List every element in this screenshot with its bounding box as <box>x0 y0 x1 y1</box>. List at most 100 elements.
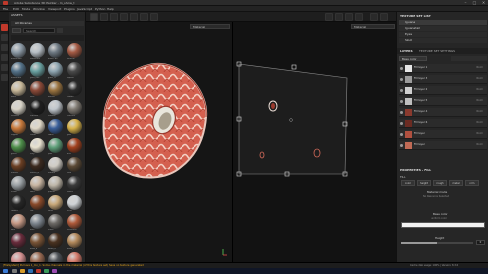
material-thumbnail[interactable]: marble <box>48 157 66 174</box>
channel-metal-button[interactable]: metal <box>449 180 463 186</box>
shelf-brush-icon[interactable] <box>1 34 8 41</box>
channel-height-button[interactable]: height <box>417 180 431 186</box>
layer-actions-toolbar[interactable] <box>451 56 487 61</box>
camera-icon[interactable] <box>325 13 333 21</box>
start-icon[interactable] <box>3 269 8 273</box>
material-thumbnail[interactable]: wood_l <box>66 233 85 250</box>
layer-row[interactable]: Fill layer 3 Norm <box>399 75 487 84</box>
material-thumbnail[interactable]: plastic <box>66 176 85 193</box>
material-thumbnail[interactable]: gold <box>66 119 85 136</box>
projection-tool-icon[interactable] <box>110 13 118 21</box>
tab-layers[interactable]: LAYERS <box>400 49 413 53</box>
blend-mode[interactable]: Norm <box>476 110 483 113</box>
material-thumbnail[interactable]: rust <box>29 195 48 212</box>
material-thumbnail[interactable]: silver <box>66 195 85 212</box>
taskbar-app-icon[interactable] <box>44 269 49 273</box>
visibility-eye-icon[interactable] <box>400 100 403 103</box>
layer-row[interactable]: Fill layer 6 Norm <box>399 119 487 128</box>
channel-dropdown[interactable]: Base color <box>399 56 427 61</box>
blend-mode[interactable]: Norm <box>476 77 483 80</box>
search-icon[interactable] <box>57 28 63 33</box>
menu-help[interactable]: Help <box>107 7 114 11</box>
material-thumbnail[interactable]: aluminum <box>11 62 29 79</box>
filter-icon[interactable] <box>12 28 21 33</box>
material-thumbnail[interactable]: ivory <box>29 138 48 155</box>
menu-edit[interactable]: Edit <box>13 7 19 11</box>
material-thumbnail[interactable]: leather <box>11 157 29 174</box>
height-value-input[interactable]: 0 <box>476 240 485 245</box>
search-input[interactable]: Search <box>23 28 55 33</box>
material-thumbnail[interactable]: velvet <box>11 233 29 250</box>
material-thumbnail[interactable]: bronze <box>48 81 66 98</box>
layer-row[interactable]: Fill layer Norm <box>399 141 487 150</box>
material-thumbnail[interactable]: mud <box>66 157 85 174</box>
polygon-fill-icon[interactable] <box>120 13 128 21</box>
material-thumbnail[interactable]: nickel <box>11 176 29 193</box>
assets-icon[interactable] <box>1 24 8 31</box>
blend-mode[interactable]: Norm <box>476 121 483 124</box>
taskbar-explorer-icon[interactable] <box>20 269 25 273</box>
material-thumbnail[interactable]: terracotta <box>66 214 85 231</box>
screenshot-icon[interactable] <box>355 13 363 21</box>
visibility-eye-icon[interactable] <box>400 78 403 81</box>
material-thumbnail[interactable]: leather_b <box>29 157 48 174</box>
visibility-eye-icon[interactable] <box>400 133 403 136</box>
viewport-3d[interactable]: Material <box>86 22 232 262</box>
layout-icon[interactable] <box>370 13 378 21</box>
taskbar-search-icon[interactable] <box>12 269 17 273</box>
channel-rough-button[interactable]: rough <box>433 180 447 186</box>
shelf-smart-material-icon[interactable] <box>1 64 8 71</box>
material-thumbnail[interactable]: concrete <box>66 100 85 117</box>
visibility-eye-icon[interactable] <box>400 67 403 70</box>
height-slider[interactable] <box>401 242 473 244</box>
layer-row[interactable]: Fill layer 2 Norm <box>399 86 487 95</box>
material-thumbnail[interactable]: chrome <box>48 100 66 117</box>
material-thumbnail[interactable]: alumi..bn <box>48 43 66 60</box>
material-thumbnail[interactable]: jade <box>48 138 66 155</box>
menu-viewport[interactable]: Viewport <box>48 7 61 11</box>
menu-mode[interactable]: Mode <box>22 7 30 11</box>
visibility-eye-icon[interactable] <box>400 144 403 147</box>
visibility-eye-icon[interactable] <box>400 122 403 125</box>
material-thumbnail[interactable]: stone <box>48 214 66 231</box>
shelf-alpha-icon[interactable] <box>1 44 8 51</box>
material-thumbnail[interactable]: lava <box>66 138 85 155</box>
menu-javascript[interactable]: JavaScript <box>77 7 92 11</box>
menu-file[interactable]: File <box>3 7 8 11</box>
material-thumbnail[interactable]: aluminium <box>29 43 48 60</box>
material-thumbnail[interactable]: brick <box>29 81 48 98</box>
picker-tool-icon[interactable] <box>150 13 158 21</box>
asset-type-filters[interactable] <box>11 35 84 41</box>
material-thumbnail[interactable]: artificial <box>66 43 85 60</box>
blend-mode[interactable]: Norm <box>476 66 483 69</box>
base-color-swatch[interactable] <box>401 222 485 228</box>
taskbar-browser-icon[interactable] <box>28 269 33 273</box>
layer-row[interactable]: Fill layer 4 Norm <box>399 108 487 117</box>
layer-row[interactable]: Fill layer 5 Norm <box>399 97 487 106</box>
menu-window[interactable]: Window <box>33 7 45 11</box>
blend-mode[interactable]: Norm <box>476 132 483 135</box>
material-thumbnail[interactable]: rubber <box>11 195 29 212</box>
visibility-eye-icon[interactable] <box>400 89 403 92</box>
texture-set-item[interactable]: Iguanatail <box>399 26 487 31</box>
material-thumbnail[interactable]: ceramic <box>11 100 29 117</box>
tab-texture-set-settings[interactable]: TEXTURE SET SETTINGS <box>419 49 455 53</box>
texture-set-item[interactable]: Iguana <box>399 20 487 25</box>
material-thumbnail[interactable]: charcoal <box>29 100 48 117</box>
smudge-tool-icon[interactable] <box>130 13 138 21</box>
taskbar-app2-icon[interactable] <box>52 269 57 273</box>
viewport-2d[interactable]: Material <box>232 22 396 262</box>
texture-set-item[interactable]: Skull <box>399 38 487 43</box>
blend-mode[interactable]: Norm <box>476 143 483 146</box>
menu-python[interactable]: Python <box>95 7 105 11</box>
visibility-eye-icon[interactable] <box>400 111 403 114</box>
material-thumbnail[interactable]: glass_lam <box>29 62 48 79</box>
render-icon[interactable] <box>345 13 353 21</box>
taskbar-painter-icon[interactable] <box>36 269 41 273</box>
material-thumbnail[interactable]: wood_b <box>29 233 48 250</box>
split-view-icon[interactable] <box>380 13 388 21</box>
material-thumbnail[interactable]: bone <box>11 81 29 98</box>
material-thumbnail[interactable]: skin <box>11 214 29 231</box>
material-thumbnail[interactable]: wood_d <box>48 233 66 250</box>
blend-mode[interactable]: Norm <box>476 88 483 91</box>
